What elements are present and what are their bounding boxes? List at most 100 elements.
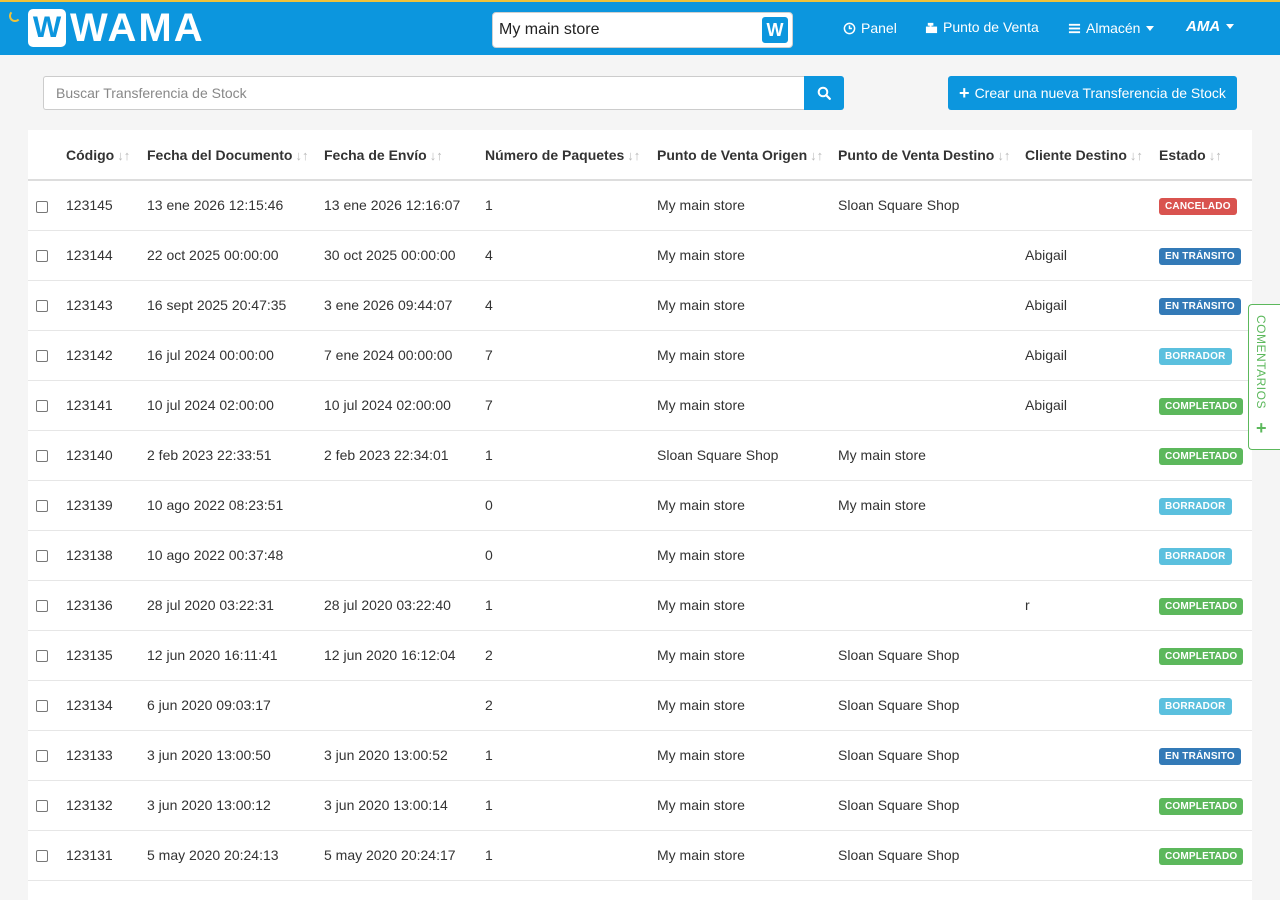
cell-destination-client [1025,830,1159,881]
row-checkbox[interactable] [36,550,48,563]
cell-code: 123143 [66,280,147,331]
store-selector[interactable]: My main store W [492,12,793,48]
row-checkbox[interactable] [36,300,48,313]
column-header-status[interactable]: Estado ↓↑ [1159,130,1252,181]
cell-origin-pos: My main store [657,630,838,681]
table-row[interactable]: 123142 16 jul 2024 00:00:00 7 ene 2024 00:… [28,330,1252,381]
cell-shipping-date [324,480,485,531]
table-row[interactable]: 123132 3 jun 2020 13:00:12 3 jun 2020 13:0… [28,780,1252,831]
cell-package-count: 1 [485,580,657,631]
nav-point-of-sale[interactable]: Punto de Venta [925,19,1039,35]
column-header-destination-client[interactable]: Cliente Destino ↓↑ [1025,130,1159,181]
row-checkbox[interactable] [36,500,48,513]
column-header-document-date[interactable]: Fecha del Documento ↓↑ [147,130,324,181]
row-select-cell [28,630,66,681]
row-checkbox[interactable] [36,200,48,213]
feedback-tab-label: COMENTARIOS [1254,315,1268,409]
column-header-package-count[interactable]: Número de Paquetes ↓↑ [485,130,657,181]
row-checkbox[interactable] [36,650,48,663]
row-checkbox[interactable] [36,600,48,613]
column-header-destination-pos[interactable]: Punto de Venta Destino ↓↑ [838,130,1025,181]
table-row[interactable]: 123140 2 feb 2023 22:33:51 2 feb 2023 22:3… [28,430,1252,481]
row-select-cell [28,380,66,431]
table-row[interactable]: 123139 10 ago 2022 08:23:51 0 My main store… [28,480,1252,531]
search-button[interactable] [804,76,844,110]
cell-shipping-date: 3 jun 2020 13:00:52 [324,730,485,781]
cell-shipping-date: 5 may 2020 20:24:17 [324,830,485,881]
column-header-code[interactable]: Código ↓↑ [66,130,147,181]
search-input[interactable] [43,76,804,110]
nav-panel-label: Panel [861,20,897,36]
transfers-table-panel: Código ↓↑ Fecha del Documento ↓↑ Fecha de … [28,130,1252,900]
table-row[interactable]: 123145 13 ene 2026 12:15:46 13 ene 2026 12… [28,180,1252,231]
search-bar [43,76,844,110]
column-header-shipping-date[interactable]: Fecha de Envío ↓↑ [324,130,485,181]
nav-panel[interactable]: Panel [843,20,897,36]
cell-code: 123133 [66,730,147,781]
cell-destination-client: Abigail [1025,230,1159,281]
app-logo[interactable]: W WAMA [28,8,205,48]
cell-package-count: 2 [485,680,657,731]
account-menu[interactable]: AMA [1186,18,1235,35]
column-header-origin-pos[interactable]: Punto de Venta Origen ↓↑ [657,130,838,181]
cell-destination-client: Abigail [1025,330,1159,381]
row-select-cell [28,180,66,231]
table-row[interactable]: 123135 12 jun 2020 16:11:41 12 jun 2020 16… [28,630,1252,681]
create-stock-transfer-label: Crear una nueva Transferencia de Stock [974,85,1226,101]
cell-document-date: 3 jun 2020 13:00:12 [147,780,324,831]
row-checkbox[interactable] [36,400,48,413]
row-select-cell [28,580,66,631]
table-row[interactable]: 123144 22 oct 2025 00:00:00 30 oct 2025 00… [28,230,1252,281]
cell-status: EN TRÁNSITO [1159,730,1252,781]
table-row[interactable]: 123136 28 jul 2020 03:22:31 28 jul 2020 03… [28,580,1252,631]
row-checkbox[interactable] [36,700,48,713]
status-badge: COMPLETADO [1159,847,1244,865]
row-checkbox[interactable] [36,350,48,363]
cell-destination-client: r [1025,580,1159,631]
cell-origin-pos: My main store [657,830,838,881]
menu-icon [1068,23,1081,33]
cell-document-date: 13 ene 2026 12:15:46 [147,180,324,231]
table-row[interactable]: 123134 6 jun 2020 09:03:17 2 My main store S… [28,680,1252,731]
nav-warehouse-menu[interactable]: Almacén [1068,20,1155,36]
top-navbar: W WAMA My main store W Panel Punto de Ve… [0,0,1280,55]
cell-destination-client [1025,480,1159,531]
status-badge: EN TRÁNSITO [1159,247,1241,265]
cell-destination-client [1025,630,1159,681]
cell-status: BORRADOR [1159,530,1252,581]
column-header-shipping-date-label: Fecha de Envío [324,146,427,163]
row-checkbox[interactable] [36,450,48,463]
cell-origin-pos: My main store [657,780,838,831]
cell-package-count: 1 [485,180,657,231]
cash-register-icon [925,22,938,33]
table-row[interactable]: 123133 3 jun 2020 13:00:50 3 jun 2020 13:0… [28,730,1252,781]
cell-origin-pos: Sloan Square Shop [657,430,838,481]
table-row[interactable]: 123131 5 may 2020 20:24:13 5 may 2020 20:2… [28,830,1252,881]
cell-package-count: 7 [485,330,657,381]
feedback-tab[interactable]: COMENTARIOS + [1248,304,1280,450]
cell-destination-client: Abigail [1025,280,1159,331]
cell-shipping-date: 28 jul 2020 03:22:40 [324,580,485,631]
chevron-down-icon [1146,25,1155,31]
status-badge: COMPLETADO [1159,597,1244,615]
cell-status: EN TRÁNSITO [1159,230,1252,281]
table-row[interactable]: 123141 10 jul 2024 02:00:00 10 jul 2024 02… [28,380,1252,431]
row-checkbox[interactable] [36,800,48,813]
row-checkbox[interactable] [36,750,48,763]
cell-shipping-date [324,680,485,731]
row-checkbox[interactable] [36,850,48,863]
cell-destination-pos [838,380,1025,431]
table-row[interactable]: 123138 10 ago 2022 00:37:48 0 My main store… [28,530,1252,581]
cell-document-date: 22 oct 2025 00:00:00 [147,230,324,281]
cell-package-count: 0 [485,480,657,531]
cell-status: BORRADOR [1159,330,1252,381]
status-badge: BORRADOR [1159,347,1232,365]
row-select-cell [28,230,66,281]
create-stock-transfer-button[interactable]: + Crear una nueva Transferencia de Stock [948,76,1237,110]
row-checkbox[interactable] [36,250,48,263]
cell-status: COMPLETADO [1159,380,1252,431]
cell-package-count: 1 [485,430,657,481]
status-badge: COMPLETADO [1159,447,1244,465]
table-row[interactable]: 123143 16 sept 2025 20:47:35 3 ene 2026 09… [28,280,1252,331]
cell-origin-pos: My main store [657,480,838,531]
